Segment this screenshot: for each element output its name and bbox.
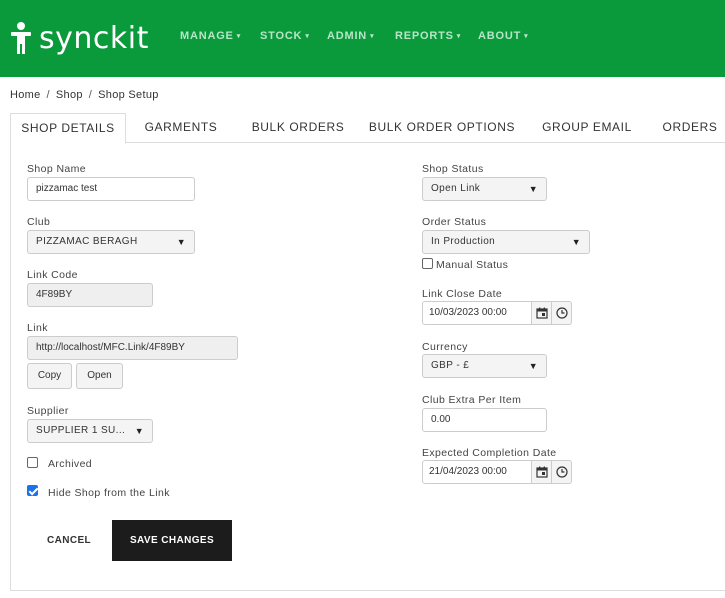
breadcrumb: Home / Shop / Shop Setup <box>10 89 159 101</box>
tab-shop-details[interactable]: SHOP DETAILS <box>10 113 126 144</box>
hide-shop-label: Hide Shop from the Link <box>48 487 170 499</box>
manual-status-label: Manual Status <box>436 259 509 271</box>
breadcrumb-separator: / <box>88 89 93 101</box>
nav-about-label: ABOUT <box>478 30 522 42</box>
nav-manage-label: MANAGE <box>180 30 234 42</box>
manual-status-checkbox[interactable] <box>422 258 433 269</box>
copy-button[interactable]: Copy <box>27 363 72 389</box>
archived-label: Archived <box>48 458 93 470</box>
shop-status-select[interactable]: Open Link ▼ <box>422 177 547 201</box>
tab-group-email[interactable]: GROUP EMAIL <box>536 113 638 143</box>
clock-icon[interactable] <box>552 301 572 325</box>
breadcrumb-home[interactable]: Home <box>10 89 41 101</box>
expected-completion-picker: 21/04/2023 00:00 <box>422 460 572 484</box>
tab-garments[interactable]: GARMENTS <box>136 113 226 143</box>
shop-status-value: Open Link <box>431 183 481 194</box>
logo-text: synckit <box>39 20 149 56</box>
chevron-down-icon: ▼ <box>176 237 186 247</box>
cancel-button[interactable]: CANCEL <box>47 535 91 546</box>
top-navbar: synckit MANAGE ▾ STOCK ▾ ADMIN ▾ REPORTS ▾ A… <box>0 0 725 77</box>
person-logo-icon <box>11 22 31 54</box>
chevron-down-icon: ▾ <box>524 33 529 40</box>
link-label: Link <box>27 322 48 334</box>
nav-admin[interactable]: ADMIN ▾ <box>327 30 374 42</box>
shop-status-label: Shop Status <box>422 163 484 175</box>
chevron-down-icon: ▾ <box>456 33 462 40</box>
save-changes-button[interactable]: SAVE CHANGES <box>112 520 232 561</box>
synckit-logo[interactable]: synckit <box>9 18 149 58</box>
supplier-select[interactable]: SUPPLIER 1 SU... ▼ <box>27 419 153 443</box>
open-button[interactable]: Open <box>76 363 123 389</box>
link-close-date-label: Link Close Date <box>422 288 503 300</box>
order-status-value: In Production <box>431 236 496 247</box>
tab-orders[interactable]: ORDERS <box>658 113 722 143</box>
order-status-label: Order Status <box>422 216 487 228</box>
nav-stock-label: STOCK <box>260 30 303 42</box>
link-code-field: 4F89BY <box>27 283 153 307</box>
tab-bar: SHOP DETAILS GARMENTS BULK ORDERS BULK O… <box>10 113 725 144</box>
club-extra-input[interactable]: 0.00 <box>422 408 547 432</box>
club-label: Club <box>27 216 51 228</box>
link-field: http://localhost/MFC.Link/4F89BY <box>27 336 238 360</box>
currency-value: GBP - £ <box>431 360 470 371</box>
breadcrumb-shop[interactable]: Shop <box>56 89 83 101</box>
expected-completion-label: Expected Completion Date <box>422 447 557 459</box>
nav-manage[interactable]: MANAGE ▾ <box>180 30 241 42</box>
link-code-label: Link Code <box>27 269 78 281</box>
hide-shop-checkbox[interactable] <box>27 485 38 496</box>
nav-reports-label: REPORTS <box>395 30 454 42</box>
archived-checkbox[interactable] <box>27 457 38 468</box>
chevron-down-icon: ▾ <box>305 33 310 40</box>
nav-admin-label: ADMIN <box>327 30 368 42</box>
chevron-down-icon: ▾ <box>236 33 242 40</box>
club-select[interactable]: PIZZAMAC BERAGH ▼ <box>27 230 195 254</box>
breadcrumb-separator: / <box>46 89 50 101</box>
chevron-down-icon: ▼ <box>571 237 581 247</box>
shop-name-label: Shop Name <box>27 163 87 175</box>
expected-completion-input[interactable]: 21/04/2023 00:00 <box>422 460 532 484</box>
club-select-value: PIZZAMAC BERAGH <box>36 236 138 247</box>
link-close-date-input[interactable]: 10/03/2023 00:00 <box>422 301 532 325</box>
clock-icon[interactable] <box>552 460 572 484</box>
club-extra-label: Club Extra Per Item <box>422 394 522 406</box>
currency-select[interactable]: GBP - £ ▼ <box>422 354 547 378</box>
order-status-select[interactable]: In Production ▼ <box>422 230 590 254</box>
tab-bulk-orders[interactable]: BULK ORDERS <box>243 113 353 143</box>
chevron-down-icon: ▼ <box>528 361 538 371</box>
shop-name-input[interactable]: pizzamac test <box>27 177 195 201</box>
calendar-icon[interactable] <box>532 301 552 325</box>
currency-label: Currency <box>422 341 468 353</box>
supplier-select-value: SUPPLIER 1 SU... <box>36 425 126 436</box>
tab-bulk-order-options[interactable]: BULK ORDER OPTIONS <box>366 113 518 143</box>
chevron-down-icon: ▼ <box>134 426 144 436</box>
calendar-icon[interactable] <box>532 460 552 484</box>
breadcrumb-shop-setup: Shop Setup <box>98 89 159 101</box>
chevron-down-icon: ▾ <box>370 33 375 40</box>
chevron-down-icon: ▼ <box>528 184 538 194</box>
link-close-date-picker: 10/03/2023 00:00 <box>422 301 572 325</box>
nav-stock[interactable]: STOCK ▾ <box>260 30 310 42</box>
nav-reports[interactable]: REPORTS ▾ <box>395 30 461 42</box>
nav-about[interactable]: ABOUT ▾ <box>478 30 528 42</box>
supplier-label: Supplier <box>27 405 69 417</box>
